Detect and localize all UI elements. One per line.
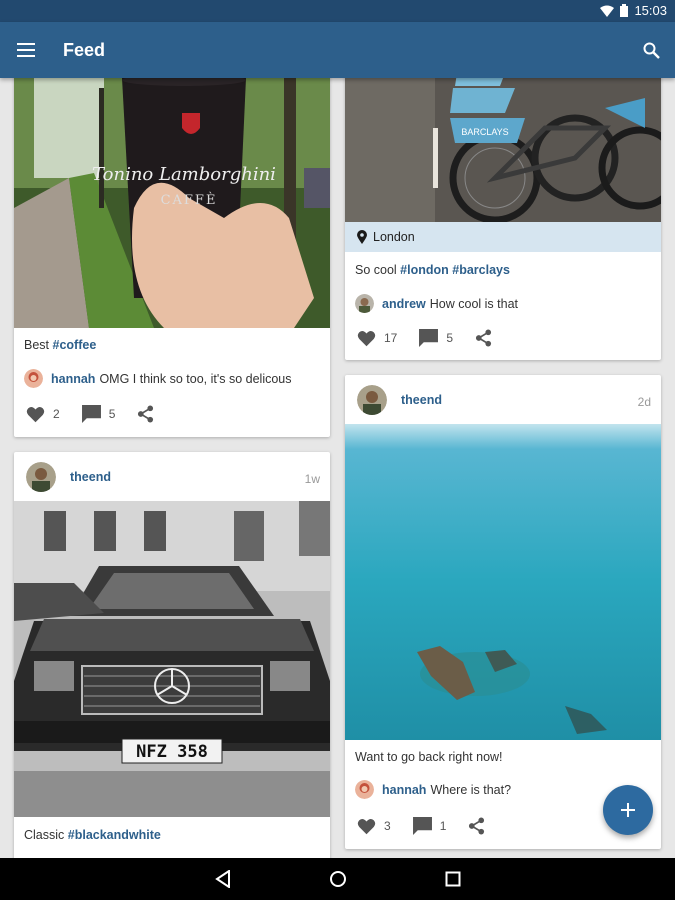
like-count: 17 [384,331,398,345]
post-caption: Best #coffee [24,338,96,352]
avatar[interactable] [355,780,374,799]
comment-row: andrew How cool is that [355,294,518,313]
share-icon [475,329,492,347]
share-icon [138,405,154,423]
comment-icon [81,405,101,423]
comment-row: hannah OMG I think so too, it's so delic… [24,369,292,388]
post-card-sea[interactable]: theend 2d Want to go back right now! han… [345,375,661,849]
heart-icon [26,406,45,422]
comment-icon [419,329,439,347]
caption-text: Best [24,338,53,352]
nav-back-button[interactable] [208,864,238,894]
caption-text: Want to go back right now! [355,750,503,764]
cup-brand-text: Tonino Lamborghini [92,164,276,185]
comment-button[interactable]: 5 [81,405,116,423]
battery-icon [620,4,629,17]
menu-button[interactable] [10,34,42,66]
coffee-photo: Tonino Lamborghini CAFFÈ [14,78,330,328]
app-bar: Feed [0,22,675,78]
like-count: 3 [384,819,391,833]
post-timestamp: 1w [304,472,320,486]
post-username[interactable]: theend [70,470,111,484]
heart-icon [357,330,376,346]
post-photo[interactable] [345,424,661,740]
post-header: theend [26,462,111,492]
like-button[interactable]: 17 [357,330,397,347]
post-photo[interactable]: NFZ 358 [14,501,330,817]
car-photo: NFZ 358 [14,501,330,817]
post-card-london[interactable]: BARCLAYS London So cool #london #barclay… [345,78,661,360]
post-caption: Classic #blackandwhite [24,828,161,842]
post-caption: So cool #london #barclays [355,263,510,277]
post-card-car[interactable]: theend 1w NFZ 358 Classic #blackandwhite [14,452,330,858]
like-count: 2 [53,407,60,421]
post-timestamp: 2d [637,395,651,409]
comment-count: 5 [446,331,454,345]
location-bar[interactable]: London [345,222,661,252]
hashtag-link[interactable]: #coffee [53,338,97,352]
heart-icon [357,818,376,834]
add-post-button[interactable] [603,785,653,835]
post-actions: 3 1 [357,817,515,835]
avatar[interactable] [355,294,374,313]
search-icon [643,42,660,59]
comment-username[interactable]: hannah [51,372,95,386]
home-icon [329,871,346,887]
caption-text: So cool [355,263,401,277]
post-photo[interactable]: Tonino Lamborghini CAFFÈ [14,78,330,328]
comment-button[interactable]: 1 [412,817,447,835]
bike-brand-text: BARCLAYS [461,127,508,137]
bikes-photo: BARCLAYS [345,78,661,222]
comment-row: hannah Where is that? [355,780,511,799]
comment-count: 1 [439,819,447,833]
comment-text: How cool is that [429,296,518,311]
share-button[interactable] [468,817,493,835]
status-time: 15:03 [634,3,667,18]
sea-photo [345,424,661,740]
comment-username[interactable]: hannah [382,783,426,797]
post-actions: 17 5 [357,329,522,347]
location-label: London [373,230,415,244]
comment-text: OMG I think so too, it's so delicous [99,371,292,386]
avatar[interactable] [24,369,43,388]
post-photo[interactable]: BARCLAYS [345,78,661,222]
like-button[interactable]: 2 [26,406,60,423]
page-title: Feed [63,40,106,60]
wifi-icon [600,5,615,17]
caption-text: Classic [24,828,68,842]
nav-recent-button[interactable] [438,864,468,894]
system-nav-bar [0,858,675,900]
search-button[interactable] [635,34,667,66]
post-actions: 2 5 [26,405,184,423]
post-card-coffee[interactable]: Tonino Lamborghini CAFFÈ Best #coffee ha… [14,78,330,437]
post-caption: Want to go back right now! [355,750,503,764]
location-pin-icon [357,230,367,244]
status-icons: 15:03 [600,3,667,18]
avatar[interactable] [26,462,56,492]
comment-text: Where is that? [430,782,512,797]
menu-icon [17,43,35,57]
status-bar: 15:03 [0,0,675,22]
plus-icon [621,803,635,817]
like-button[interactable]: 3 [357,818,391,835]
comment-button[interactable]: 5 [419,329,453,347]
share-button[interactable] [137,405,162,423]
post-username[interactable]: theend [401,393,442,407]
comment-count: 5 [108,407,116,421]
post-header: theend [357,385,442,415]
license-plate-text: NFZ 358 [136,742,208,762]
share-icon [469,817,485,835]
recent-apps-icon [445,871,460,887]
cup-sub-text: CAFFÈ [161,192,218,208]
hashtag-link[interactable]: #london #barclays [400,263,510,277]
hashtag-link[interactable]: #blackandwhite [68,828,161,842]
nav-home-button[interactable] [323,864,353,894]
comment-icon [412,817,432,835]
comment-username[interactable]: andrew [382,297,426,311]
avatar[interactable] [357,385,387,415]
feed[interactable]: Tonino Lamborghini CAFFÈ Best #coffee ha… [0,78,675,858]
share-button[interactable] [475,329,500,347]
back-icon [214,870,230,888]
